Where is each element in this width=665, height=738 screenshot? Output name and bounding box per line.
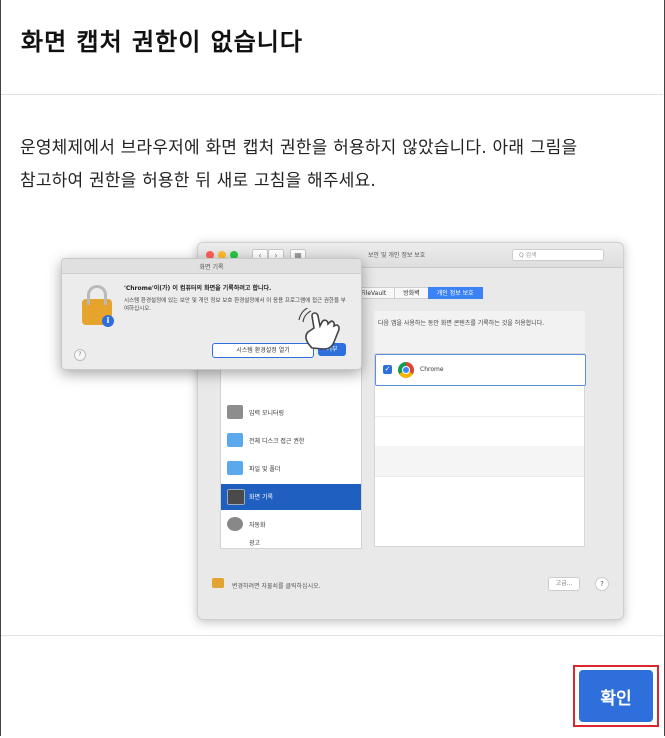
app-row-empty bbox=[375, 446, 584, 477]
message-line-2: 참고하여 권한을 허용한 뒤 새로 고침을 해주세요. bbox=[20, 171, 377, 191]
tab-firewall: 방화벽 bbox=[394, 287, 429, 299]
list-item-screen-recording: 화면 기록 bbox=[221, 484, 361, 510]
lock-icon bbox=[212, 578, 224, 588]
pane-description: 다음 앱을 사용하는 동안 화면 콘텐츠를 기록하는 것을 허용합니다. bbox=[378, 320, 545, 327]
privacy-tabs: FileVault 방화벽 개인 정보 보호 bbox=[352, 287, 483, 299]
search-field: Q 검색 bbox=[512, 249, 604, 261]
list-item-ads: 광고 bbox=[249, 540, 261, 547]
gear-icon bbox=[227, 517, 243, 531]
folder-icon bbox=[227, 433, 243, 447]
dialog-heading: 'Chrome'이(가) 이 컴퓨터의 화면을 기록하려고 합니다. bbox=[124, 285, 272, 292]
list-item-automation: 자동화 bbox=[221, 512, 361, 538]
dialog-header: 화면 캡처 권한이 없습니다 bbox=[1, 0, 663, 95]
keyboard-icon bbox=[227, 405, 243, 419]
checkbox-checked-icon: ✓ bbox=[383, 365, 392, 374]
permission-message: 운영체제에서 브라우저에 화면 캡처 권한을 허용하지 않았습니다. 아래 그림… bbox=[20, 132, 660, 198]
app-row-chrome: ✓ Chrome bbox=[375, 354, 586, 386]
help-button: ? bbox=[595, 577, 609, 591]
pointing-hand-icon bbox=[298, 308, 340, 350]
info-icon: i bbox=[102, 315, 114, 327]
advanced-button: 고급... bbox=[548, 577, 580, 591]
list-item-files-folders: 파일 및 폴더 bbox=[221, 456, 361, 482]
app-list: ✓ Chrome bbox=[374, 353, 586, 547]
tab-privacy: 개인 정보 보호 bbox=[427, 287, 483, 299]
dialog-titlebar: 화면 기록 bbox=[62, 259, 361, 274]
list-item-full-disk: 전체 디스크 접근 권한 bbox=[221, 428, 361, 454]
chrome-icon bbox=[398, 362, 414, 378]
list-item-input-monitoring: 입력 모니터링 bbox=[221, 400, 361, 426]
help-button: ? bbox=[74, 349, 86, 361]
dialog-title: 화면 캡처 권한이 없습니다 bbox=[21, 28, 303, 56]
app-permission-pane: 다음 앱을 사용하는 동안 화면 콘텐츠를 기록하는 것을 허용합니다. ✓ C… bbox=[374, 311, 586, 547]
app-row-empty bbox=[375, 416, 584, 447]
app-row-empty bbox=[375, 386, 584, 417]
folder-icon bbox=[227, 461, 243, 475]
footer-divider bbox=[1, 635, 663, 636]
confirm-button[interactable]: 확인 bbox=[579, 670, 653, 722]
message-line-1: 운영체제에서 브라우저에 화면 캡처 권한을 허용하지 않았습니다. 아래 그림… bbox=[20, 138, 578, 158]
display-icon bbox=[227, 489, 245, 505]
window-title: 보안 및 개인 정보 보호 bbox=[368, 252, 426, 259]
